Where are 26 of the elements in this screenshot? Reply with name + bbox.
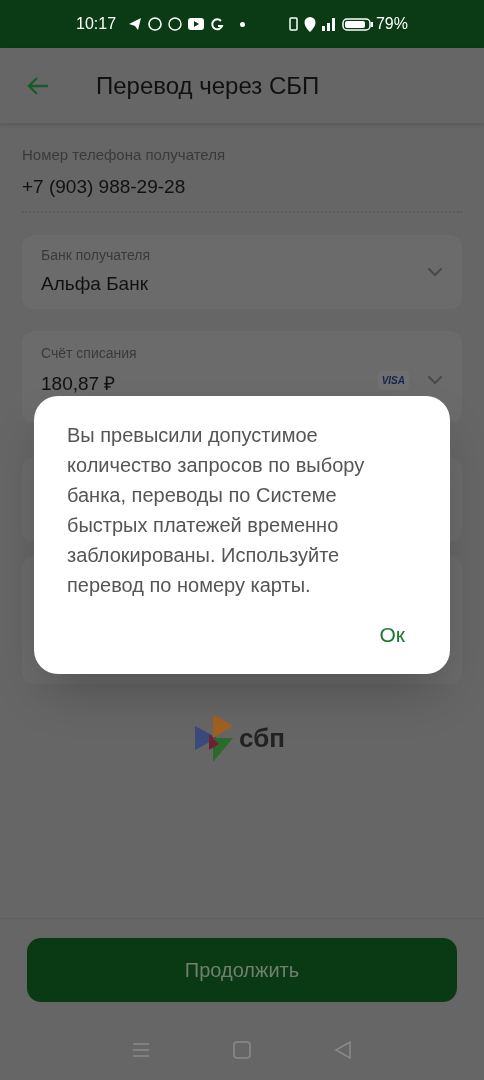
signal-icon — [321, 17, 336, 31]
sbp-logo-text: сбп — [239, 721, 285, 755]
send-icon — [128, 17, 143, 31]
card-brand-badge: VISA — [377, 371, 409, 390]
ok-button[interactable]: Ок — [377, 618, 407, 650]
chevron-down-icon — [427, 267, 443, 277]
chevron-down-icon — [427, 375, 443, 385]
g-icon — [210, 17, 225, 31]
sbp-logo-icon — [195, 714, 236, 762]
battery-icon — [341, 17, 374, 31]
home-icon[interactable] — [233, 1041, 251, 1059]
back-arrow-icon — [26, 75, 50, 96]
screen-title: Перевод через СБП — [96, 70, 320, 101]
battery-percent: 79% — [375, 14, 408, 34]
dot-icon — [240, 21, 246, 27]
back-icon[interactable] — [334, 1041, 353, 1059]
menu-icon[interactable] — [131, 1042, 150, 1058]
status-time: 10:17 — [76, 14, 117, 34]
bank-value: Альфа Банк — [41, 272, 149, 297]
account-balance: 180,87 ₽ — [41, 372, 117, 396]
dialog-message: Вы превысили допустимое количество запросов по выбору банка, переводы по Системе быстрых платежей временно заблокированы. Используйте перевод по номеру карты. — [67, 423, 366, 598]
location-icon — [303, 16, 316, 32]
circle-icon — [168, 17, 183, 31]
play-icon — [188, 18, 205, 30]
vibrate-icon — [288, 17, 298, 31]
phone-field[interactable]: +7 (903) 988-29-28 — [22, 172, 462, 213]
